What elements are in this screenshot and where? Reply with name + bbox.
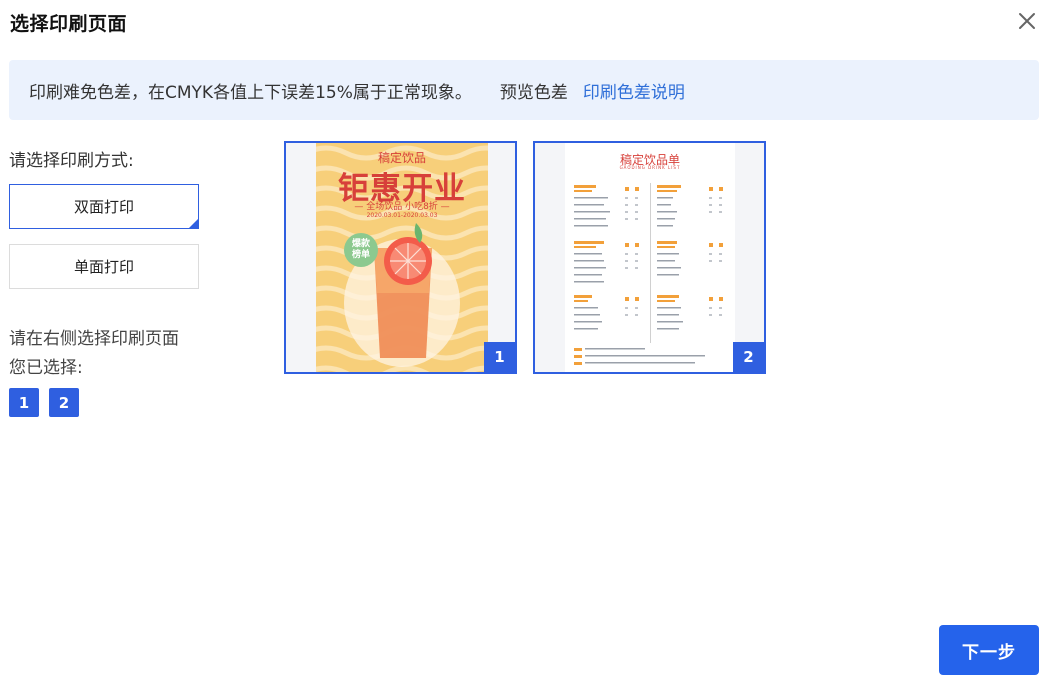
poster-preview: 稿定饮品 钜惠开业 — 全场饮品 小吃8折 — 2020.03.01-2020.…	[316, 143, 488, 372]
selected-corner-mark	[188, 218, 199, 229]
page-thumbnail-2[interactable]: 稿定饮品单 GAODING DRINK LIST 2	[533, 141, 766, 374]
page-number-badge-2: 2	[733, 342, 764, 372]
page-thumbnail-1[interactable]: 稿定饮品 钜惠开业 — 全场饮品 小吃8折 — 2020.03.01-2020.…	[284, 141, 517, 374]
preview-color-label: 预览色差	[499, 82, 568, 103]
close-button[interactable]	[1014, 8, 1040, 34]
menu-column-divider	[650, 183, 651, 343]
page-number-badge-1: 1	[484, 342, 515, 372]
single-sided-label: 单面打印	[73, 258, 134, 276]
color-difference-notice: 印刷难免色差，在CMYK各值上下误差15%属于正常现象。 预览色差 印刷色差说明	[9, 60, 1039, 120]
poster-tagline: — 全场饮品 小吃8折 —	[354, 202, 450, 212]
poster-date: 2020.03.01-2020.03.03	[366, 212, 438, 219]
next-step-button[interactable]: 下一步	[939, 625, 1039, 675]
selected-page-chip-2[interactable]: 2	[49, 388, 79, 417]
double-sided-option[interactable]: 双面打印	[9, 184, 199, 229]
notice-text: 印刷难免色差，在CMYK各值上下误差15%属于正常现象。	[29, 82, 472, 103]
single-sided-option[interactable]: 单面打印	[9, 244, 199, 289]
selected-label: 您已选择:	[9, 358, 83, 378]
color-difference-link[interactable]: 印刷色差说明	[583, 78, 685, 103]
selected-page-chip-1[interactable]: 1	[9, 388, 39, 417]
menu-preview: 稿定饮品单 GAODING DRINK LIST	[565, 143, 735, 372]
dialog-title: 选择印刷页面	[10, 13, 128, 35]
poster-badge: 爆款 榜单	[344, 233, 378, 267]
print-method-label: 请选择印刷方式:	[9, 151, 134, 171]
select-pages-hint: 请在右侧选择印刷页面	[9, 329, 179, 349]
double-sided-label: 双面打印	[73, 198, 134, 216]
print-page-dialog: 选择印刷页面 印刷难免色差，在CMYK各值上下误差15%属于正常现象。 预览色差…	[0, 0, 1055, 695]
close-icon	[1019, 13, 1035, 29]
